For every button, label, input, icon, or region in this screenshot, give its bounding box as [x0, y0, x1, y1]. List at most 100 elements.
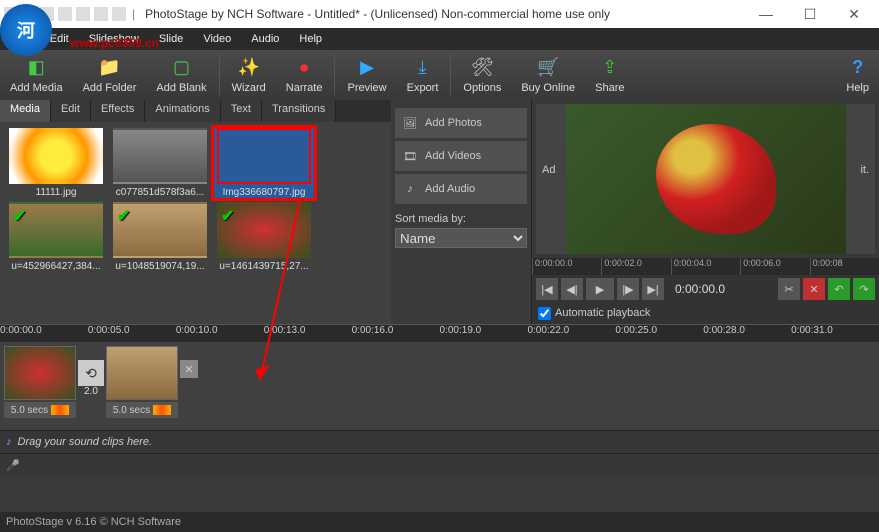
media-item[interactable]: 11111.jpg: [6, 128, 106, 198]
menu-help[interactable]: Help: [291, 31, 330, 47]
audio-track[interactable]: ♪ Drag your sound clips here.: [0, 430, 879, 454]
tab-text[interactable]: Text: [221, 100, 262, 122]
videos-icon: 🎞: [401, 150, 419, 163]
check-icon: ✔: [221, 206, 234, 226]
transition-box[interactable]: ⟲: [78, 360, 104, 386]
timeline-clip[interactable]: 5.0 secs: [4, 346, 76, 418]
share-button[interactable]: ⇪Share: [585, 51, 634, 99]
preview-panel: Ad it. 0:00:00.00:00:02.00:00:04.00:00:0…: [531, 100, 879, 324]
add-videos-button[interactable]: 🎞Add Videos: [395, 141, 527, 171]
goto-end-button[interactable]: ▶|: [642, 278, 664, 300]
qa-icon[interactable]: [94, 7, 108, 21]
time-display: 0:00:00.0: [675, 282, 725, 296]
folder-icon: 📁: [99, 57, 121, 79]
buy-online-button[interactable]: 🛒Buy Online: [511, 51, 585, 99]
qa-icon[interactable]: [76, 7, 90, 21]
wand-icon: ✨: [238, 57, 260, 79]
add-audio-button[interactable]: ♪Add Audio: [395, 174, 527, 204]
sort-label: Sort media by:: [395, 213, 527, 225]
media-item[interactable]: ✔ u=1461439715,27...: [214, 202, 314, 272]
timeline-clip[interactable]: 5.0 secs: [106, 346, 178, 418]
add-photos-button[interactable]: 🖼Add Photos: [395, 108, 527, 138]
preview-button[interactable]: ▶Preview: [337, 51, 396, 99]
media-thumb: [217, 128, 311, 184]
maximize-button[interactable]: ☐: [795, 4, 825, 24]
menu-audio[interactable]: Audio: [243, 31, 287, 47]
clip-thumb: [106, 346, 178, 400]
minimize-button[interactable]: —: [751, 4, 781, 24]
share-icon: ⇪: [599, 57, 621, 79]
ruler-tick: 0:00:04.0: [671, 258, 740, 275]
redo-button[interactable]: ↷: [853, 278, 875, 300]
timeline-ruler[interactable]: 0:00:00.00:00:05.00:00:10.00:00:13.00:00…: [0, 324, 879, 342]
delete-button[interactable]: ✕: [803, 278, 825, 300]
tab-media[interactable]: Media: [0, 100, 51, 122]
media-label: c077851d578f3a6...: [110, 187, 210, 198]
remove-clip-button[interactable]: ✕: [180, 360, 198, 378]
options-button[interactable]: 🛠Options: [453, 51, 511, 99]
auto-playback-checkbox[interactable]: [538, 307, 551, 320]
clip-duration: 5.0 secs: [106, 402, 178, 418]
watermark-logo: 河: [0, 4, 52, 56]
media-label: 11111.jpg: [6, 187, 106, 198]
add-blank-button[interactable]: ▢Add Blank: [146, 51, 216, 99]
sort-select[interactable]: Name: [395, 228, 527, 248]
media-panel: Media Edit Effects Animations Text Trans…: [0, 100, 391, 324]
narrate-button[interactable]: ●Narrate: [276, 51, 333, 99]
record-icon: ●: [293, 57, 315, 79]
tab-effects[interactable]: Effects: [91, 100, 145, 122]
undo-button[interactable]: ↶: [828, 278, 850, 300]
tab-transitions[interactable]: Transitions: [262, 100, 336, 122]
media-item[interactable]: c077851d578f3a6...: [110, 128, 210, 198]
export-button[interactable]: ⤓Export: [397, 51, 449, 99]
ruler-tick: 0:00:00.0: [532, 258, 601, 275]
close-button[interactable]: ✕: [839, 4, 869, 24]
help-icon: ?: [847, 57, 869, 79]
media-item[interactable]: Img336680797.jpg: [214, 128, 314, 198]
media-item[interactable]: ✔u=1048519074,19...: [110, 202, 210, 272]
goto-start-button[interactable]: |◀: [536, 278, 558, 300]
play-button[interactable]: ▶: [586, 278, 614, 300]
watermark-url: www.pc0359.cn: [70, 36, 159, 50]
menu-video[interactable]: Video: [195, 31, 239, 47]
status-bar: PhotoStage v 6.16 © NCH Software: [0, 512, 879, 532]
media-label: u=1048519074,19...: [110, 261, 210, 272]
wizard-button[interactable]: ✨Wizard: [222, 51, 276, 99]
cut-button[interactable]: ✂: [778, 278, 800, 300]
audio-hint: Drag your sound clips here.: [18, 436, 153, 448]
media-tabs: Media Edit Effects Animations Text Trans…: [0, 100, 391, 122]
cart-icon: 🛒: [537, 57, 559, 79]
add-folder-button[interactable]: 📁Add Folder: [73, 51, 147, 99]
window-title: PhotoStage by NCH Software - Untitled* -…: [145, 7, 751, 21]
preview-image: [566, 104, 846, 254]
qa-sep: |: [132, 7, 135, 21]
photos-icon: 🖼: [401, 117, 419, 130]
media-thumb: [113, 128, 207, 184]
play-icon: ▶: [356, 57, 378, 79]
video-track[interactable]: 5.0 secs ⟲ 2.0 5.0 secs ✕: [0, 342, 879, 430]
step-back-button[interactable]: ◀|: [561, 278, 583, 300]
media-thumb: ✔: [217, 202, 311, 258]
ruler-tick: 0:00:02.0: [601, 258, 670, 275]
help-button[interactable]: ?Help: [836, 51, 879, 99]
tab-animations[interactable]: Animations: [145, 100, 220, 122]
status-text: PhotoStage v 6.16 © NCH Software: [6, 516, 181, 528]
clip-duration: 5.0 secs: [4, 402, 76, 418]
main-area: Media Edit Effects Animations Text Trans…: [0, 100, 879, 324]
tab-edit[interactable]: Edit: [51, 100, 91, 122]
filmstrip-icon: [153, 405, 171, 415]
add-media-button[interactable]: ◧Add Media: [0, 51, 73, 99]
qa-icon[interactable]: [58, 7, 72, 21]
media-grid: 11111.jpg c077851d578f3a6... Img336680797.…: [0, 122, 391, 324]
media-label: u=1461439715,27...: [214, 261, 314, 272]
ruler-tick: 0:00:06.0: [740, 258, 809, 275]
media-item[interactable]: ✔u=452966427,384...: [6, 202, 106, 272]
narration-track[interactable]: 🎤: [0, 454, 879, 476]
ruler-tick: 0:00:22.0: [527, 325, 615, 342]
ruler-tick: 0:00:16.0: [352, 325, 440, 342]
step-fwd-button[interactable]: |▶: [617, 278, 639, 300]
mic-icon: 🎤: [6, 459, 20, 472]
qa-icon[interactable]: [112, 7, 126, 21]
music-note-icon: ♪: [6, 436, 12, 448]
tools-icon: 🛠: [471, 57, 493, 79]
